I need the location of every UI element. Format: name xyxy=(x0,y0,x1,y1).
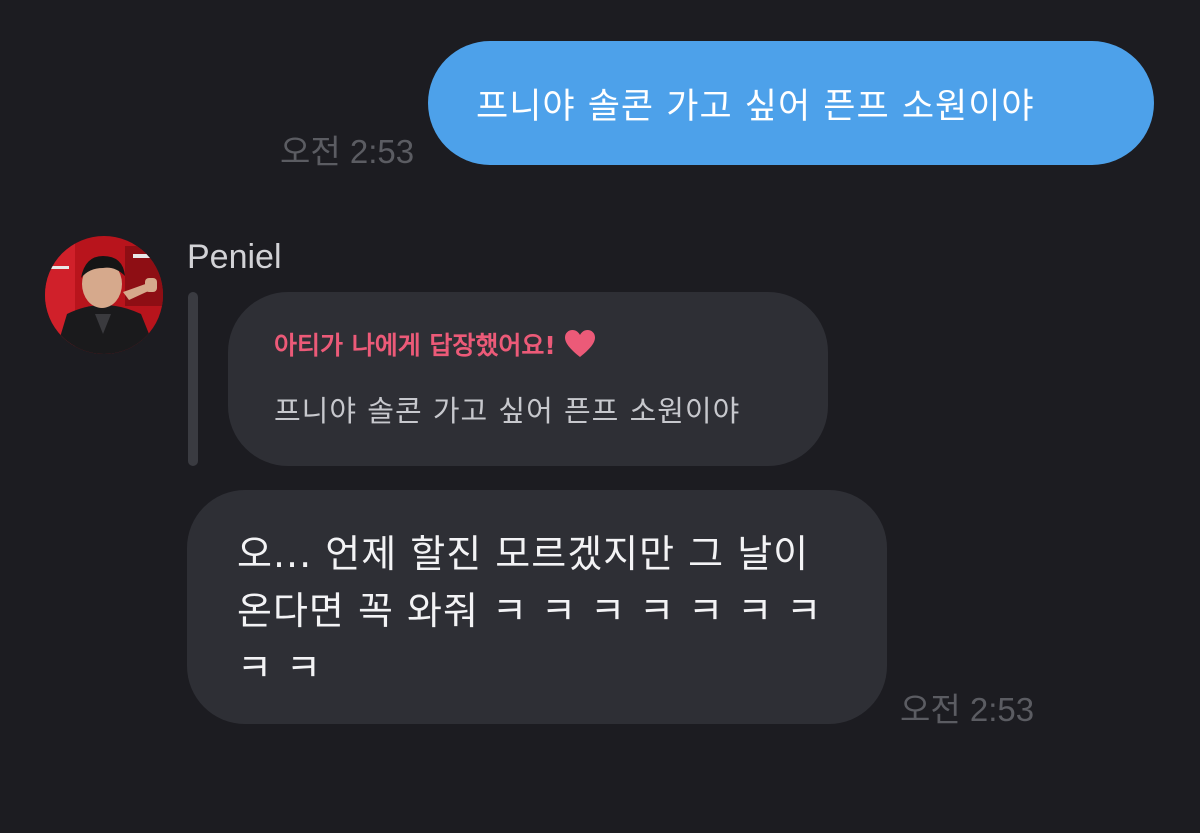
reply-header-text: 아티가 나에게 답장했어요! xyxy=(274,331,556,360)
message-line: ㅋ ㅋ xyxy=(237,646,322,690)
sent-message-text: 프니야 솔콘 가고 싶어 픈프 소원이야 xyxy=(476,86,1035,127)
sender-name[interactable]: Peniel xyxy=(187,238,282,277)
sent-message-timestamp: 오전 2:53 xyxy=(280,133,415,170)
sent-message-bubble[interactable]: 프니야 솔콘 가고 싶어 픈프 소원이야 xyxy=(428,41,1154,165)
received-message-timestamp: 오전 2:53 xyxy=(900,691,1035,728)
avatar[interactable] xyxy=(45,236,163,354)
avatar-image xyxy=(45,236,163,354)
reply-header: 아티가 나에게 답장했어요! xyxy=(274,326,596,362)
received-message-bubble[interactable]: 오... 언제 할진 모르겠지만 그 날이 온다면 꼭 와줘 ㅋ ㅋ ㅋ ㅋ ㅋ… xyxy=(187,490,887,724)
sent-message-row: 프니야 솔콘 가고 싶어 픈프 소원이야 오전 2:53 xyxy=(0,0,1200,200)
reply-quote-card[interactable]: 아티가 나에게 답장했어요! 프니야 솔콘 가고 싶어 픈프 소원이야 xyxy=(228,292,828,466)
reply-indicator-bar xyxy=(188,292,198,466)
message-line: 온다면 꼭 와줘 ㅋ ㅋ ㅋ ㅋ ㅋ ㅋ ㅋ xyxy=(237,589,823,633)
reply-quoted-text: 프니야 솔콘 가고 싶어 픈프 소원이야 xyxy=(274,394,741,428)
message-line: 오... 언제 할진 모르겠지만 그 날이 xyxy=(237,532,810,576)
heart-icon xyxy=(564,329,596,359)
received-message-text: 오... 언제 할진 모르겠지만 그 날이 온다면 꼭 와줘 ㅋ ㅋ ㅋ ㅋ ㅋ… xyxy=(237,526,857,697)
